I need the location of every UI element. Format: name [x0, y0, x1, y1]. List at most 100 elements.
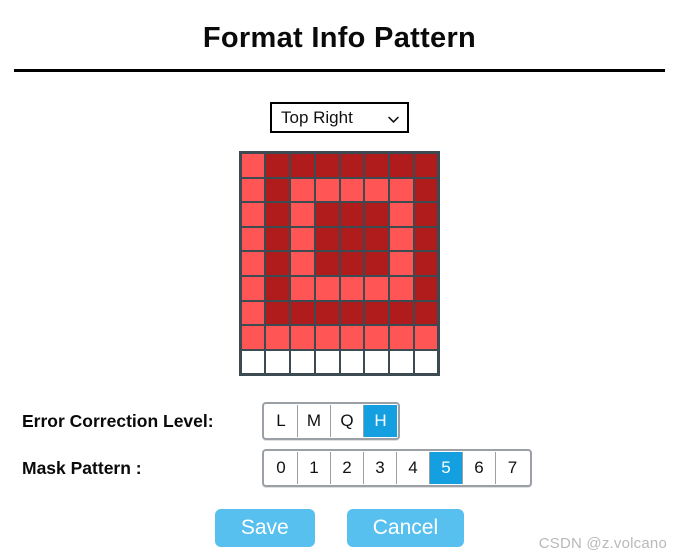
- grid-cell[interactable]: [315, 301, 339, 325]
- save-button[interactable]: Save: [214, 509, 315, 548]
- grid-cell[interactable]: [315, 350, 339, 374]
- mask-pattern-option-6[interactable]: 6: [463, 452, 496, 485]
- grid-cell[interactable]: [315, 203, 339, 226]
- grid-cell[interactable]: [414, 326, 438, 349]
- grid-cell[interactable]: [291, 178, 314, 202]
- grid-cell[interactable]: [291, 326, 314, 349]
- error-correction-option-m[interactable]: M: [298, 405, 331, 438]
- mask-pattern-button-group[interactable]: 01234567: [262, 449, 532, 488]
- error-correction-option-q[interactable]: Q: [331, 405, 364, 438]
- grid-cell[interactable]: [266, 203, 290, 226]
- corner-position-select-value: Top Right: [281, 108, 353, 127]
- grid-cell[interactable]: [241, 203, 265, 226]
- grid-cell[interactable]: [365, 326, 388, 349]
- grid-cell[interactable]: [414, 154, 438, 177]
- error-correction-label: Error Correction Level:: [22, 410, 214, 431]
- grid-cell[interactable]: [365, 154, 388, 177]
- grid-cell[interactable]: [340, 203, 364, 226]
- cancel-button[interactable]: Cancel: [346, 509, 465, 548]
- grid-cell[interactable]: [241, 154, 265, 177]
- grid-cell[interactable]: [241, 252, 265, 275]
- mask-pattern-option-5[interactable]: 5: [430, 452, 463, 485]
- grid-cell[interactable]: [340, 154, 364, 177]
- grid-cell[interactable]: [414, 301, 438, 325]
- grid-cell[interactable]: [340, 276, 364, 300]
- grid-cell[interactable]: [389, 350, 413, 374]
- grid-cell[interactable]: [389, 252, 413, 275]
- grid-cell[interactable]: [389, 154, 413, 177]
- mask-pattern-option-2[interactable]: 2: [331, 452, 364, 485]
- grid-cell[interactable]: [266, 301, 290, 325]
- grid-cell[interactable]: [389, 227, 413, 251]
- grid-cell[interactable]: [340, 326, 364, 349]
- grid-cell[interactable]: [266, 178, 290, 202]
- grid-cell[interactable]: [266, 227, 290, 251]
- grid-cell[interactable]: [241, 301, 265, 325]
- mask-pattern-option-1[interactable]: 1: [298, 452, 331, 485]
- grid-cell[interactable]: [365, 276, 388, 300]
- grid-cell[interactable]: [414, 178, 438, 202]
- grid-cell[interactable]: [266, 154, 290, 177]
- grid-cell[interactable]: [291, 276, 314, 300]
- grid-cell[interactable]: [365, 203, 388, 226]
- grid-cell[interactable]: [389, 178, 413, 202]
- corner-position-select[interactable]: Top Right: [270, 102, 409, 133]
- grid-cell[interactable]: [389, 276, 413, 300]
- grid-cell[interactable]: [291, 350, 314, 374]
- grid-cell[interactable]: [389, 301, 413, 325]
- grid-cell[interactable]: [340, 301, 364, 325]
- corner-select-row: Top Right: [0, 102, 679, 133]
- error-correction-option-l[interactable]: L: [265, 405, 298, 438]
- grid-cell[interactable]: [414, 276, 438, 300]
- grid-cell[interactable]: [414, 227, 438, 251]
- grid-cell[interactable]: [241, 276, 265, 300]
- grid-cell[interactable]: [315, 252, 339, 275]
- chevron-down-icon: [387, 111, 400, 124]
- format-info-grid[interactable]: [238, 151, 441, 377]
- grid-cell[interactable]: [291, 301, 314, 325]
- grid-cell[interactable]: [266, 276, 290, 300]
- mask-pattern-option-4[interactable]: 4: [397, 452, 430, 485]
- options-panel: Error Correction Level: LMQH Mask Patter…: [0, 402, 679, 488]
- grid-cell[interactable]: [266, 326, 290, 349]
- mask-pattern-option-3[interactable]: 3: [364, 452, 397, 485]
- grid-cell[interactable]: [315, 276, 339, 300]
- grid-cell[interactable]: [365, 350, 388, 374]
- grid-cell[interactable]: [241, 178, 265, 202]
- grid-cell[interactable]: [315, 227, 339, 251]
- action-bar: Save Cancel: [0, 509, 679, 548]
- grid-cell[interactable]: [266, 252, 290, 275]
- grid-cell[interactable]: [414, 203, 438, 226]
- grid-cell[interactable]: [365, 301, 388, 325]
- grid-cell[interactable]: [291, 154, 314, 177]
- grid-cell[interactable]: [389, 203, 413, 226]
- grid-cell[interactable]: [315, 178, 339, 202]
- mask-pattern-row: Mask Pattern : 01234567: [22, 449, 657, 488]
- grid-cell[interactable]: [365, 227, 388, 251]
- grid-cell[interactable]: [414, 252, 438, 275]
- grid-cell[interactable]: [291, 203, 314, 226]
- error-correction-row: Error Correction Level: LMQH: [22, 402, 657, 441]
- grid-cell[interactable]: [241, 227, 265, 251]
- title-divider: [14, 69, 665, 72]
- error-correction-button-group[interactable]: LMQH: [262, 402, 400, 441]
- grid-cell[interactable]: [315, 154, 339, 177]
- grid-cell[interactable]: [389, 326, 413, 349]
- grid-cell[interactable]: [291, 227, 314, 251]
- grid-cell[interactable]: [340, 350, 364, 374]
- grid-cell[interactable]: [340, 252, 364, 275]
- mask-pattern-option-0[interactable]: 0: [265, 452, 298, 485]
- grid-cell[interactable]: [365, 178, 388, 202]
- grid-cell[interactable]: [266, 350, 290, 374]
- grid-cell[interactable]: [315, 326, 339, 349]
- grid-cell[interactable]: [241, 326, 265, 349]
- grid-cell[interactable]: [365, 252, 388, 275]
- grid-cell[interactable]: [340, 178, 364, 202]
- grid-cell[interactable]: [291, 252, 314, 275]
- error-correction-option-h[interactable]: H: [364, 405, 397, 438]
- grid-cell[interactable]: [241, 350, 265, 374]
- mask-pattern-option-7[interactable]: 7: [496, 452, 529, 485]
- grid-cell[interactable]: [414, 350, 438, 374]
- grid-cell[interactable]: [340, 227, 364, 251]
- page-title: Format Info Pattern: [202, 22, 477, 54]
